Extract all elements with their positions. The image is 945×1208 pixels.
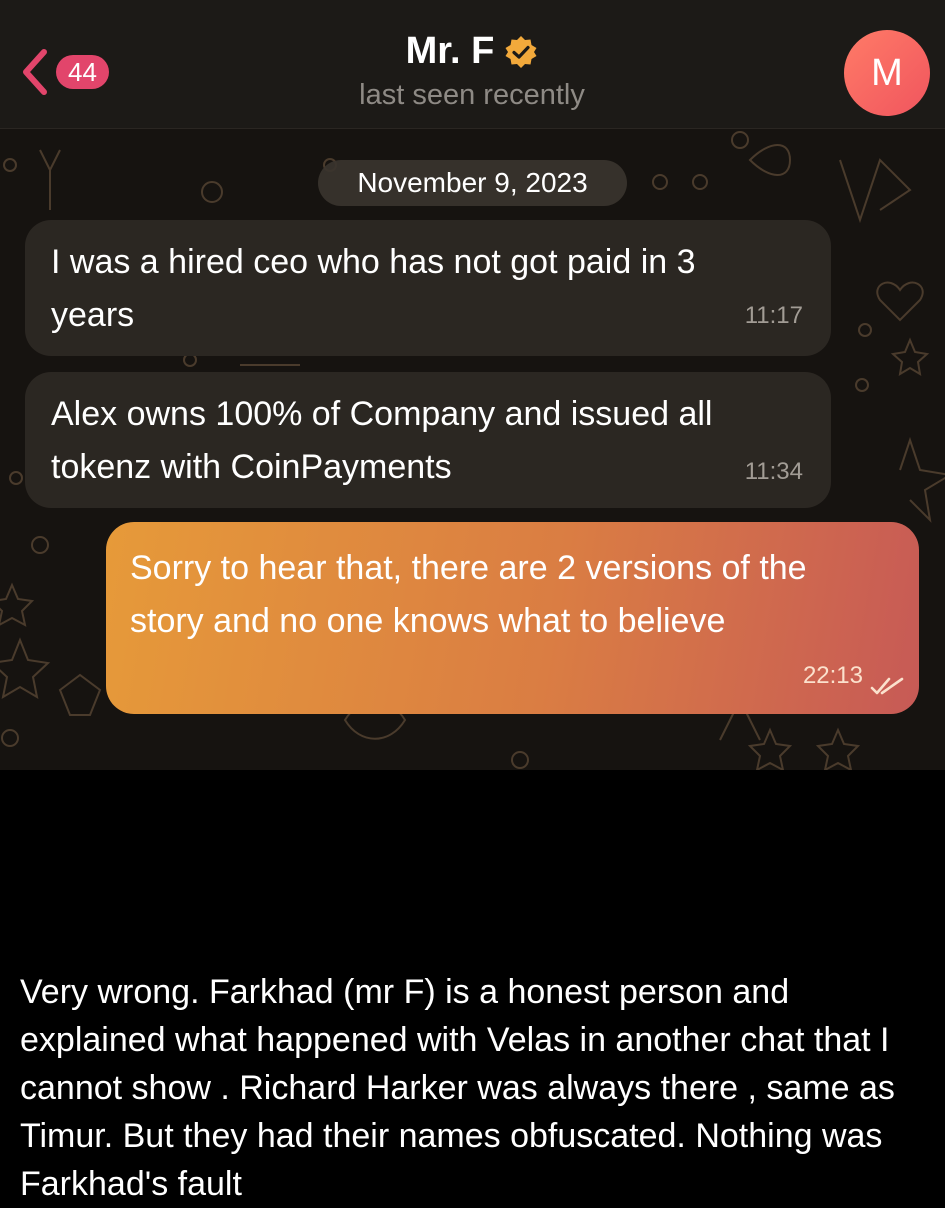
message-bubble-incoming[interactable]: Alex owns 100% of Company and issued all… <box>25 372 831 508</box>
chevron-left-icon <box>23 49 47 95</box>
avatar[interactable]: M <box>844 30 930 116</box>
double-check-icon <box>870 677 904 695</box>
unread-count-badge: 44 <box>56 55 109 89</box>
chat-header: 44 Mr. F last seen recently M <box>0 0 945 129</box>
message-time: 11:17 <box>744 302 803 329</box>
message-text: Alex owns 100% of Company and issued all… <box>51 395 713 486</box>
chat-title[interactable]: Mr. F last seen recently <box>222 30 722 112</box>
message-time: 22:13 <box>802 662 863 689</box>
message-bubble-outgoing[interactable]: Sorry to hear that, there are 2 versions… <box>106 522 919 714</box>
message-text: Sorry to hear that, there are 2 versions… <box>130 549 807 640</box>
verified-badge-icon <box>505 35 537 68</box>
back-button[interactable]: 44 <box>20 44 130 100</box>
contact-name: Mr. F <box>405 30 495 72</box>
date-separator: November 9, 2023 <box>318 160 627 206</box>
last-seen-status: last seen recently <box>359 79 585 111</box>
chat-area: 44 Mr. F last seen recently M November 9… <box>0 0 945 770</box>
caption-text: Very wrong. Farkhad (mr F) is a honest p… <box>20 973 895 1203</box>
message-bubble-incoming[interactable]: I was a hired ceo who has not got paid i… <box>25 220 831 356</box>
message-text: I was a hired ceo who has not got paid i… <box>51 243 696 334</box>
message-time: 11:34 <box>744 458 803 485</box>
